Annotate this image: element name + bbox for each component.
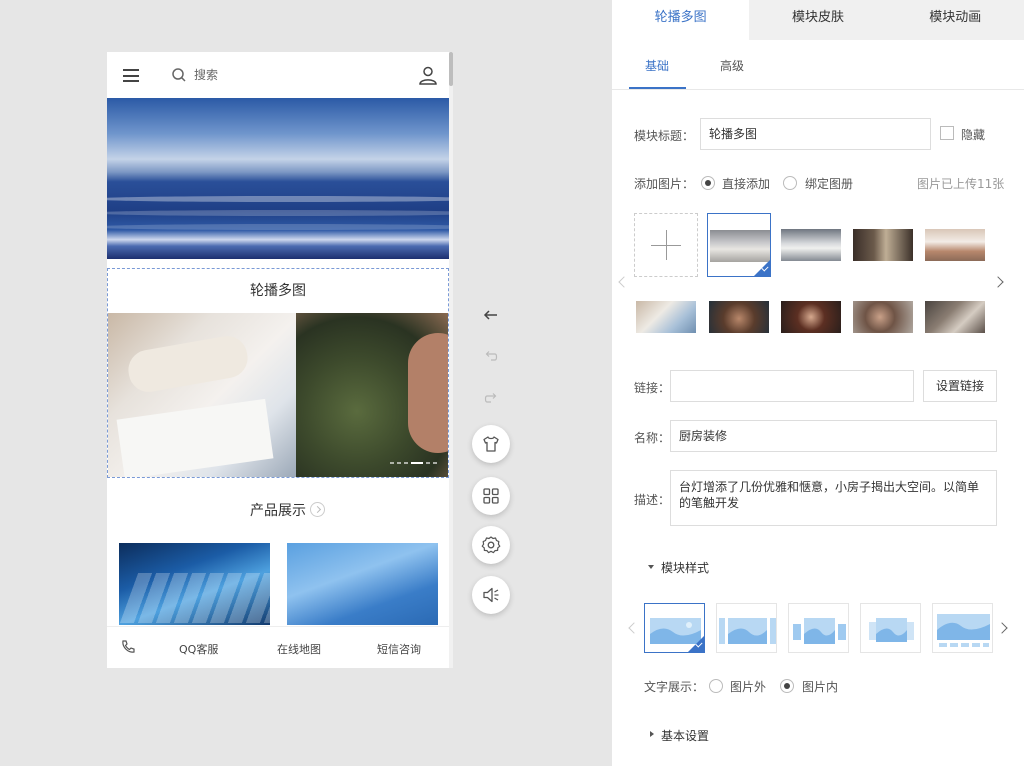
image-thumbnail[interactable] (779, 285, 843, 349)
carousel-image[interactable] (108, 313, 448, 477)
phone-preview: 搜索 轮播多图 产品展示 QQ客服 在线地图 短信咨询 (107, 52, 453, 668)
phone-icon[interactable] (120, 639, 136, 655)
basic-settings-title[interactable]: 基本设置 (661, 727, 709, 744)
image-thumbnail[interactable] (923, 213, 987, 277)
search-icon[interactable] (171, 67, 187, 83)
style-preview-icon (937, 614, 990, 647)
image-thumbnail[interactable] (779, 213, 843, 277)
carousel-dots[interactable] (390, 462, 437, 464)
gear-icon (481, 536, 501, 554)
image-thumbnail[interactable] (634, 285, 698, 349)
product-image[interactable] (287, 543, 438, 625)
speaker-icon (483, 587, 499, 603)
footer-sms[interactable]: 短信咨询 (377, 641, 421, 657)
tab-carousel[interactable]: 轮播多图 (612, 0, 750, 40)
radio-text-inside[interactable] (780, 679, 794, 693)
scrollbar[interactable] (449, 52, 453, 668)
bind-album-label: 绑定图册 (805, 177, 854, 191)
music-button[interactable] (472, 576, 510, 614)
chevron-left-icon[interactable] (628, 622, 640, 634)
footer-map[interactable]: 在线地图 (277, 641, 321, 657)
back-arrow-icon[interactable] (482, 306, 500, 324)
subtab-indicator (629, 87, 686, 89)
footer-qq[interactable]: QQ客服 (179, 641, 218, 657)
tshirt-icon (483, 436, 499, 452)
hide-checkbox[interactable] (940, 126, 954, 140)
product-image[interactable] (119, 543, 270, 625)
style-preview-icon (719, 618, 776, 644)
add-image-button[interactable] (634, 213, 698, 277)
user-icon[interactable] (418, 65, 438, 85)
text-display-label: 文字展示： (644, 680, 705, 694)
subtab-basic[interactable]: 基础 (645, 57, 669, 74)
search-placeholder[interactable]: 搜索 (194, 67, 218, 83)
radio-text-outside[interactable] (709, 679, 723, 693)
style-option-4[interactable] (860, 603, 921, 653)
image-thumbnail[interactable] (923, 285, 987, 349)
desc-label: 描述： (634, 493, 671, 507)
modules-button[interactable] (472, 477, 510, 515)
style-section-title[interactable]: 模块样式 (661, 559, 709, 576)
title-input[interactable]: 轮播多图 (700, 118, 931, 150)
settings-button[interactable] (472, 526, 510, 564)
chevron-right-icon[interactable] (992, 276, 1004, 288)
upload-count: 图片已上传11张 (917, 177, 1005, 191)
redo-icon[interactable] (483, 390, 499, 406)
image-thumbnail[interactable] (707, 213, 771, 277)
caret-down-icon[interactable] (648, 565, 654, 569)
module-title: 轮播多图 (108, 269, 448, 313)
subtab-advanced[interactable]: 高级 (720, 57, 744, 74)
chevron-right-icon[interactable] (996, 622, 1008, 634)
image-thumbnail[interactable] (851, 285, 915, 349)
set-link-button[interactable]: 设置链接 (923, 370, 997, 402)
style-option-5[interactable] (932, 603, 993, 653)
banner-image-sea (107, 98, 449, 259)
style-option-1[interactable] (644, 603, 705, 653)
name-input[interactable]: 厨房装修 (670, 420, 997, 452)
text-outside-label: 图片外 (730, 680, 767, 694)
section-title: 产品展示 (250, 503, 306, 519)
image-thumbnail[interactable] (851, 213, 915, 277)
panel-tabs: 轮播多图 模块皮肤 模块动画 (612, 0, 1024, 40)
radio-add-direct[interactable] (701, 176, 715, 190)
hide-label: 隐藏 (961, 128, 986, 142)
menu-icon[interactable] (123, 69, 139, 82)
style-option-2[interactable] (716, 603, 777, 653)
caret-right-icon[interactable] (650, 731, 654, 737)
subtabs: 基础 高级 (612, 40, 1024, 90)
image-thumbnail[interactable] (707, 285, 771, 349)
link-input[interactable] (670, 370, 914, 402)
text-inside-label: 图片内 (802, 680, 839, 694)
grid-icon (483, 488, 499, 504)
undo-icon[interactable] (483, 348, 499, 364)
desc-textarea[interactable]: 台灯增添了几份优雅和惬意，小房子揭出大空间。以简单的笔触开发 (670, 470, 997, 526)
chevron-right-icon[interactable] (310, 502, 325, 517)
carousel-module[interactable]: 轮播多图 (107, 268, 449, 478)
settings-panel: 轮播多图 模块皮肤 模块动画 基础 高级 模块标题： 轮播多图 隐藏 添加图片：… (612, 0, 1024, 766)
tab-skin[interactable]: 模块皮肤 (749, 0, 886, 40)
style-preview-icon (793, 618, 846, 644)
mobile-header: 搜索 (107, 52, 449, 98)
link-label: 链接： (634, 381, 671, 395)
add-image-label: 添加图片： (634, 177, 695, 191)
add-direct-label: 直接添加 (722, 177, 771, 191)
chevron-left-icon[interactable] (618, 276, 630, 288)
name-label: 名称： (634, 431, 671, 445)
title-label: 模块标题： (634, 129, 695, 143)
skin-button[interactable] (472, 425, 510, 463)
style-option-3[interactable] (788, 603, 849, 653)
style-preview-icon (869, 618, 914, 642)
mobile-footer: QQ客服 在线地图 短信咨询 (107, 626, 449, 668)
tab-animation[interactable]: 模块动画 (887, 0, 1024, 40)
radio-bind-album[interactable] (783, 176, 797, 190)
